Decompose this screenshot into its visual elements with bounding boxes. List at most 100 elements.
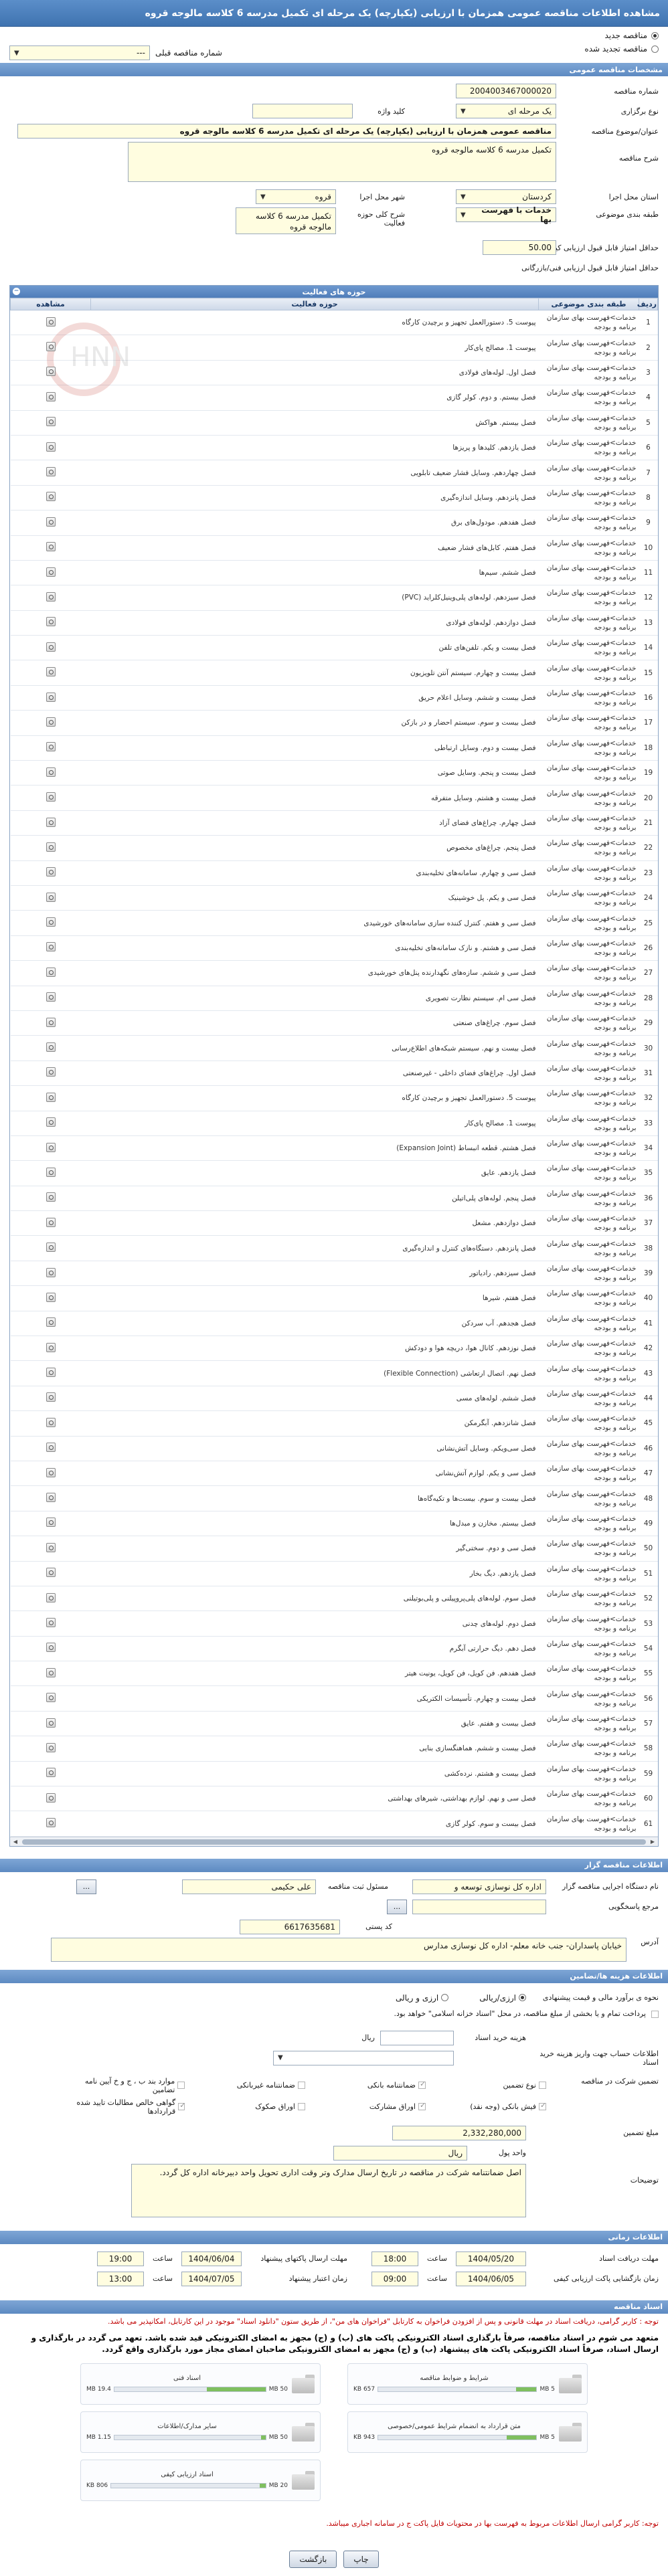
new-tender-radio[interactable]: [651, 31, 659, 39]
view-icon[interactable]: [46, 642, 56, 652]
view-icon[interactable]: [46, 1092, 56, 1102]
scroll-thumb[interactable]: [22, 1839, 646, 1845]
view-icon[interactable]: [46, 892, 56, 902]
view-icon[interactable]: [46, 1267, 56, 1277]
view-icon[interactable]: [46, 417, 56, 427]
view-icon[interactable]: [46, 1592, 56, 1602]
view-icon[interactable]: [46, 742, 56, 752]
view-icon[interactable]: [46, 316, 56, 327]
view-icon[interactable]: [46, 1342, 56, 1352]
view-icon[interactable]: [46, 767, 56, 777]
guarantee-option[interactable]: گواهی خالص مطالبات تایید شده قراردادها: [64, 2098, 185, 2116]
guarantee-option[interactable]: اوراق مشارکت: [305, 2098, 426, 2116]
scroll-right-icon[interactable]: ▶: [649, 1838, 657, 1846]
view-icon[interactable]: [46, 867, 56, 877]
view-icon[interactable]: [46, 1317, 56, 1327]
guarantee-option-checkbox[interactable]: [177, 2082, 185, 2090]
guarantee-option[interactable]: اوراق صکوک: [185, 2098, 305, 2116]
guarantee-option[interactable]: فیش بانکی (وجه نقد): [426, 2098, 546, 2116]
view-icon[interactable]: [46, 1243, 56, 1253]
ref-lookup-button[interactable]: ...: [387, 1899, 407, 1914]
view-icon[interactable]: [46, 1443, 56, 1453]
treasury-checkbox[interactable]: [651, 2010, 659, 2018]
document-tile[interactable]: اسناد فنی 50 MB 19.4 MB: [80, 2363, 321, 2405]
view-icon[interactable]: [46, 917, 56, 927]
view-icon[interactable]: [46, 1493, 56, 1503]
view-icon[interactable]: [46, 567, 56, 577]
view-icon[interactable]: [46, 942, 56, 952]
guarantee-option[interactable]: ضمانتنامه غیربانکی: [185, 2077, 305, 2094]
tender-type-select[interactable]: یک مرحله ای ▼: [456, 104, 556, 118]
view-icon[interactable]: [46, 1167, 56, 1177]
document-tile[interactable]: سایر مدارک/اطلاعات 50 MB 1.15 MB: [80, 2411, 321, 2453]
back-button[interactable]: بازگشت: [289, 2550, 337, 2568]
col-row[interactable]: ردیف: [637, 298, 658, 310]
view-icon[interactable]: [46, 1517, 56, 1528]
view-icon[interactable]: [46, 1017, 56, 1027]
view-icon[interactable]: [46, 342, 56, 352]
document-tile[interactable]: اسناد ارزیابی کیفی 20 MB 806 KB: [80, 2459, 321, 2501]
view-icon[interactable]: [46, 717, 56, 727]
category-select[interactable]: خدمات با فهرست بها ▼: [456, 205, 556, 224]
view-icon[interactable]: [46, 1742, 56, 1752]
view-icon[interactable]: [46, 617, 56, 627]
view-icon[interactable]: [46, 1467, 56, 1477]
view-icon[interactable]: [46, 591, 56, 602]
col-category[interactable]: طبقه بندی موضوعی: [538, 298, 639, 310]
view-icon[interactable]: [46, 492, 56, 502]
view-icon[interactable]: [46, 1117, 56, 1127]
guarantee-option-checkbox[interactable]: [298, 2082, 305, 2090]
view-icon[interactable]: [46, 1768, 56, 1778]
horizontal-scrollbar[interactable]: ◀ ▶: [10, 1836, 658, 1846]
view-icon[interactable]: [46, 792, 56, 802]
prev-tender-number-select[interactable]: --- ▼: [9, 45, 150, 60]
view-icon[interactable]: [46, 1618, 56, 1627]
city-select[interactable]: قروه ▼: [256, 189, 336, 204]
view-icon[interactable]: [46, 967, 56, 977]
col-view[interactable]: مشاهده: [10, 298, 91, 310]
guarantee-option[interactable]: ضمانتنامه بانکی: [305, 2077, 426, 2094]
col-field[interactable]: حوزه فعالیت: [90, 298, 539, 310]
fee-rial-radio[interactable]: [519, 1994, 526, 2002]
document-tile[interactable]: شرایط و ضوابط مناقصه 5 MB 657 KB: [347, 2363, 588, 2405]
view-icon[interactable]: [46, 1643, 56, 1653]
view-icon[interactable]: [46, 1142, 56, 1152]
view-icon[interactable]: [46, 1392, 56, 1402]
guarantee-option[interactable]: موارد بند ب ، ج و خ آیین نامه تضامین: [64, 2077, 185, 2094]
guarantee-option-checkbox[interactable]: [418, 2080, 426, 2090]
view-icon[interactable]: [46, 467, 56, 477]
new-tender-option[interactable]: مناقصه جدید: [9, 31, 659, 40]
guarantee-option-checkbox[interactable]: [178, 2101, 185, 2111]
guarantee-option-checkbox[interactable]: [539, 2082, 546, 2090]
view-icon[interactable]: [46, 1292, 56, 1302]
view-icon[interactable]: [46, 1542, 56, 1552]
fee-rial-option[interactable]: ارزی/ریالی: [479, 1993, 526, 2003]
view-icon[interactable]: [46, 992, 56, 1002]
view-icon[interactable]: [46, 1368, 56, 1378]
view-icon[interactable]: [46, 1818, 56, 1828]
view-icon[interactable]: [46, 1568, 56, 1578]
fee-fx-option[interactable]: ارزی و ریالی: [396, 1993, 449, 2003]
scroll-left-icon[interactable]: ◀: [11, 1838, 19, 1846]
view-icon[interactable]: [46, 1667, 56, 1677]
view-icon[interactable]: [46, 1217, 56, 1227]
view-icon[interactable]: [46, 667, 56, 677]
renewed-tender-radio[interactable]: [651, 45, 659, 53]
account-select[interactable]: ▼: [273, 2050, 454, 2065]
view-icon[interactable]: [46, 1417, 56, 1427]
view-icon[interactable]: [46, 817, 56, 827]
view-icon[interactable]: [46, 442, 56, 452]
province-select[interactable]: کردستان ▼: [456, 189, 556, 204]
guarantee-option-checkbox[interactable]: [539, 2101, 546, 2111]
guarantee-option-checkbox[interactable]: [418, 2101, 426, 2111]
view-icon[interactable]: [46, 542, 56, 552]
view-icon[interactable]: [46, 1067, 56, 1077]
print-button[interactable]: چاپ: [343, 2550, 379, 2568]
guarantee-option-checkbox[interactable]: [298, 2103, 305, 2111]
view-icon[interactable]: [46, 842, 56, 852]
view-icon[interactable]: [46, 1042, 56, 1052]
view-icon[interactable]: [46, 1792, 56, 1803]
view-icon[interactable]: [46, 367, 56, 377]
view-icon[interactable]: [46, 1693, 56, 1703]
view-icon[interactable]: [46, 391, 56, 401]
